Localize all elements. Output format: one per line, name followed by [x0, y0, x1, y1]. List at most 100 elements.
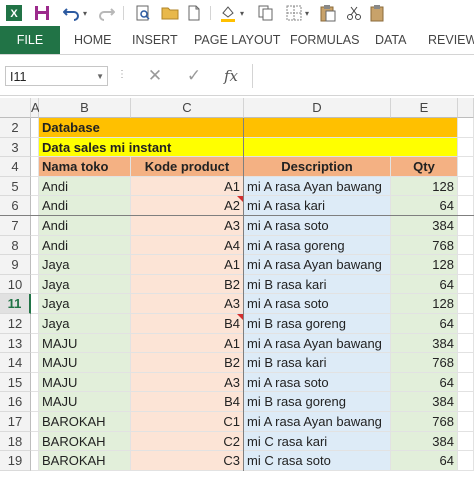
- cell-e5[interactable]: 128: [391, 176, 458, 197]
- row-header-14[interactable]: 14: [0, 353, 31, 373]
- cell-d9[interactable]: mi A rasa Ayan bawang: [244, 255, 391, 275]
- cell-c13[interactable]: A1: [131, 333, 244, 354]
- cell-f14[interactable]: [458, 353, 474, 373]
- cell-d17[interactable]: mi A rasa Ayan bawang: [244, 412, 391, 432]
- row-header-11[interactable]: 11: [0, 294, 31, 314]
- row-header-17[interactable]: 17: [0, 412, 31, 432]
- tab-review[interactable]: REVIEW: [428, 26, 474, 54]
- cell-d15[interactable]: mi A rasa soto: [244, 372, 391, 393]
- column-header-b[interactable]: B: [39, 98, 131, 118]
- open-folder-icon[interactable]: [160, 3, 180, 23]
- tab-formulas[interactable]: FORMULAS: [290, 26, 359, 54]
- worksheet-grid[interactable]: A B C D E 2 Database 3 Data sales mi instan…: [0, 98, 474, 482]
- cell-e12[interactable]: 64: [391, 314, 458, 334]
- cell-a16[interactable]: [31, 392, 39, 412]
- tab-insert[interactable]: INSERT: [132, 26, 178, 54]
- borders-icon[interactable]: [284, 3, 304, 23]
- cell-f16[interactable]: [458, 392, 474, 412]
- cell-e16[interactable]: 384: [391, 392, 458, 412]
- cell-c10[interactable]: B2: [131, 274, 244, 295]
- cell-e15[interactable]: 64: [391, 372, 458, 393]
- cell-b5[interactable]: Andi: [39, 176, 131, 197]
- cell-b9[interactable]: Jaya: [39, 255, 131, 275]
- row-header-16[interactable]: 16: [0, 392, 31, 412]
- cell-f9[interactable]: [458, 255, 474, 275]
- print-preview-icon[interactable]: [133, 3, 153, 23]
- fill-color-dropdown-icon[interactable]: ▾: [237, 3, 247, 23]
- cell-d19[interactable]: mi C rasa soto: [244, 451, 391, 471]
- cell-a19[interactable]: [31, 451, 39, 471]
- cell-c6[interactable]: A2: [131, 196, 244, 216]
- tab-file[interactable]: FILE: [0, 26, 60, 54]
- column-title-b[interactable]: Nama toko: [39, 157, 131, 177]
- cell-f17[interactable]: [458, 412, 474, 432]
- cell-d14[interactable]: mi B rasa kari: [244, 353, 391, 373]
- column-header-e[interactable]: E: [391, 98, 458, 118]
- row-header-19[interactable]: 19: [0, 451, 31, 471]
- tab-data[interactable]: DATA: [375, 26, 406, 54]
- undo-icon[interactable]: [62, 3, 82, 23]
- redo-icon[interactable]: [96, 3, 116, 23]
- column-title-e[interactable]: Qty: [391, 157, 458, 177]
- row-header-4[interactable]: 4: [0, 157, 31, 177]
- cell-d12[interactable]: mi B rasa goreng: [244, 314, 391, 334]
- row-header-9[interactable]: 9: [0, 255, 31, 275]
- copy-icon[interactable]: [256, 3, 276, 23]
- cell-c17[interactable]: C1: [131, 412, 244, 432]
- cell-e9[interactable]: 128: [391, 255, 458, 275]
- cell-c8[interactable]: A4: [131, 235, 244, 256]
- cell-b12[interactable]: Jaya: [39, 314, 131, 334]
- cell-a13[interactable]: [31, 333, 39, 354]
- cell-a2[interactable]: [31, 118, 39, 138]
- row-header-2[interactable]: 2: [0, 118, 31, 138]
- cell-c7[interactable]: A3: [131, 216, 244, 236]
- cell-a8[interactable]: [31, 235, 39, 256]
- cell-f15[interactable]: [458, 372, 474, 393]
- new-file-icon[interactable]: [184, 3, 204, 23]
- cell-a3[interactable]: [31, 137, 39, 158]
- cell-f5[interactable]: [458, 176, 474, 197]
- row-header-3[interactable]: 3: [0, 137, 31, 158]
- cell-e18[interactable]: 384: [391, 431, 458, 452]
- cell-d6[interactable]: mi A rasa kari: [244, 196, 391, 216]
- cell-b18[interactable]: BAROKAH: [39, 431, 131, 452]
- cell-c15[interactable]: A3: [131, 372, 244, 393]
- column-header-c[interactable]: C: [131, 98, 244, 118]
- cell-e17[interactable]: 768: [391, 412, 458, 432]
- database-title-cell[interactable]: Database: [39, 118, 458, 138]
- cell-f12[interactable]: [458, 314, 474, 334]
- cell-a10[interactable]: [31, 274, 39, 295]
- cell-e7[interactable]: 384: [391, 216, 458, 236]
- cell-f8[interactable]: [458, 235, 474, 256]
- borders-dropdown-icon[interactable]: ▾: [302, 3, 312, 23]
- cell-f11[interactable]: [458, 294, 474, 314]
- cell-d10[interactable]: mi B rasa kari: [244, 274, 391, 295]
- enter-icon[interactable]: ✓: [182, 64, 206, 88]
- cell-b6[interactable]: Andi: [39, 196, 131, 216]
- cell-c18[interactable]: C2: [131, 431, 244, 452]
- cell-f2[interactable]: [458, 118, 474, 138]
- cell-a18[interactable]: [31, 431, 39, 452]
- row-header-15[interactable]: 15: [0, 372, 31, 393]
- cell-e13[interactable]: 384: [391, 333, 458, 354]
- cell-f19[interactable]: [458, 451, 474, 471]
- select-all-corner[interactable]: [0, 98, 31, 118]
- cell-d18[interactable]: mi C rasa kari: [244, 431, 391, 452]
- cell-a11[interactable]: [31, 294, 39, 314]
- column-header-f[interactable]: [458, 98, 474, 118]
- row-header-6[interactable]: 6: [0, 196, 31, 216]
- cell-f13[interactable]: [458, 333, 474, 354]
- cell-e14[interactable]: 768: [391, 353, 458, 373]
- cancel-icon[interactable]: ✕: [143, 64, 167, 88]
- cell-a9[interactable]: [31, 255, 39, 275]
- save-icon[interactable]: [32, 3, 52, 23]
- cell-b13[interactable]: MAJU: [39, 333, 131, 354]
- cell-a14[interactable]: [31, 353, 39, 373]
- cell-a15[interactable]: [31, 372, 39, 393]
- cell-f7[interactable]: [458, 216, 474, 236]
- undo-dropdown-icon[interactable]: ▾: [80, 3, 90, 23]
- database-subtitle-cell[interactable]: Data sales mi instant: [39, 137, 458, 158]
- cell-d11[interactable]: mi A rasa soto: [244, 294, 391, 314]
- cell-b19[interactable]: BAROKAH: [39, 451, 131, 471]
- cell-f6[interactable]: [458, 196, 474, 216]
